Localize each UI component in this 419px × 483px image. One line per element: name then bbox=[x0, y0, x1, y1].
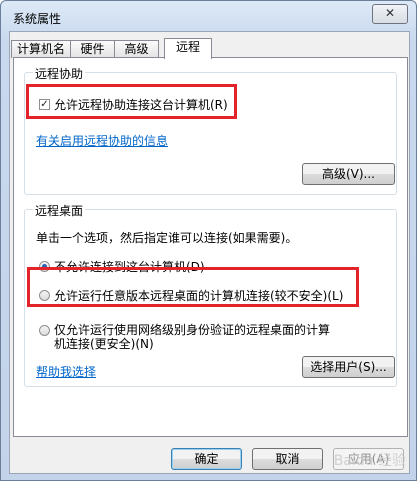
help-me-choose-link[interactable]: 帮助我选择 bbox=[36, 363, 96, 380]
watermark-logo: Baidu 经验 bbox=[333, 453, 406, 469]
radio-allow-nla-only[interactable] bbox=[39, 325, 50, 336]
highlight-box-remote-assistance bbox=[26, 84, 237, 119]
remote-assistance-group-label: 远程协助 bbox=[33, 65, 86, 82]
close-button[interactable]: ✕ bbox=[372, 4, 408, 24]
ok-button[interactable]: 确定 bbox=[171, 448, 242, 470]
remote-desktop-instruction: 单击一个选项，然后指定谁可以连接(如果需要)。 bbox=[36, 231, 298, 245]
highlight-box-allow-any-version bbox=[27, 267, 359, 307]
radio-allow-nla-only-label-line2[interactable]: 机连接(更安全)(N) bbox=[54, 335, 154, 352]
tab-computer-name[interactable]: 计算机名 bbox=[11, 40, 71, 58]
tab-hardware[interactable]: 硬件 bbox=[70, 40, 115, 58]
title-bar[interactable]: 系统属性 ✕ bbox=[1, 1, 416, 31]
select-users-button[interactable]: 选择用户(S)... bbox=[302, 356, 395, 378]
window-title: 系统属性 bbox=[13, 12, 62, 26]
remote-assistance-info-link[interactable]: 有关启用远程协助的信息 bbox=[36, 132, 168, 149]
cancel-button[interactable]: 取消 bbox=[252, 448, 323, 470]
tab-advanced[interactable]: 高级 bbox=[114, 40, 159, 58]
close-icon: ✕ bbox=[384, 6, 396, 20]
advanced-button[interactable]: 高级(V)... bbox=[302, 163, 395, 185]
tab-remote[interactable]: 远程 bbox=[164, 38, 212, 59]
remote-desktop-group-label: 远程桌面 bbox=[33, 202, 86, 219]
system-properties-window: 系统属性 ✕ 计算机名 硬件 高级 远程 远程协助 ✓ 允许远程协助连接这台计算… bbox=[0, 0, 417, 481]
